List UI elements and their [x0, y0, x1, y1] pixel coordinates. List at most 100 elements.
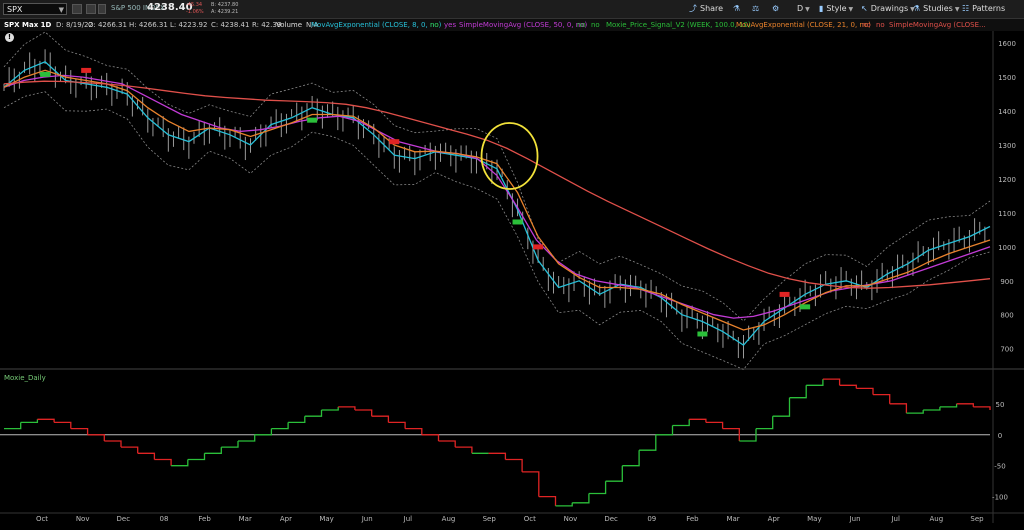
- moxie-step-segment: [121, 446, 139, 454]
- chevron-down-icon: ▼: [954, 6, 960, 13]
- moxie-step-segment: [354, 409, 373, 417]
- moxie-step-segment: [137, 452, 156, 460]
- time-tick-label: Nov: [564, 515, 578, 523]
- moxie-step-segment: [605, 465, 623, 482]
- settings-button[interactable]: ⚙: [772, 3, 782, 15]
- share-button[interactable]: ⤴ Share: [689, 3, 723, 15]
- share-icon: ⤴: [689, 4, 697, 13]
- time-tick-label: Nov: [76, 515, 90, 523]
- moxie-step-segment: [655, 425, 674, 436]
- ask-price: A: 4239.21: [211, 9, 239, 15]
- moxie-step-segment: [538, 495, 557, 506]
- study-ema21[interactable]: MovAvgExponential (CLOSE, 21, 0, no): [736, 19, 871, 31]
- moxie-step-segment: [705, 421, 724, 429]
- price-tick-label: 1600: [998, 40, 1016, 48]
- top-toolbar: SPX ▼ S&P 500 INDEX 4238.40 -45.34 -1.06…: [0, 0, 1024, 19]
- time-tick-label: Jun: [849, 515, 861, 523]
- moxie-step-segment: [254, 428, 273, 436]
- time-tick-label: Oct: [36, 515, 48, 523]
- moxie-step-segment: [20, 419, 39, 424]
- moxie-step-segment: [438, 440, 456, 448]
- moxie-step-segment: [756, 416, 774, 430]
- patterns-button[interactable]: ☷ Patterns: [962, 3, 1005, 15]
- study-moxie-signal[interactable]: Moxie_Price_Signal_V2 (WEEK, 100.0, 10): [606, 19, 751, 31]
- link-icon[interactable]: [72, 4, 82, 14]
- change-percent: -1.06%: [186, 9, 204, 15]
- time-tick-label: Sep: [970, 515, 984, 523]
- time-tick-label: May: [807, 515, 821, 523]
- moxie-step-segment: [772, 397, 791, 417]
- moxie-step-segment: [639, 434, 657, 451]
- moxie-step-segment: [588, 481, 607, 495]
- grid-icon[interactable]: [86, 4, 96, 14]
- moxie-step-segment: [973, 406, 991, 410]
- study-ema21-flag2: no: [876, 21, 885, 29]
- gear-icon: ⚙: [772, 4, 780, 13]
- moxie-step-segment: [371, 415, 390, 423]
- moxie-step-segment: [104, 440, 122, 448]
- study-ema8-flag: no: [430, 21, 439, 29]
- drawings-button[interactable]: ↖ Drawings ▼: [861, 3, 915, 15]
- chevron-down-icon: ▼: [848, 6, 854, 13]
- moxie-step-segment: [873, 393, 891, 404]
- chart-area[interactable]: 700 800 900 1000 1100 1200 1300 1400 1500 1600 50 0…: [0, 31, 1024, 530]
- scale-icon: ⚖: [752, 4, 760, 13]
- time-tick-label: Apr: [280, 515, 292, 523]
- price-chart-svg[interactable]: 700 800 900 1000 1100 1200 1300 1400 1500 1600 50 0…: [0, 31, 1024, 526]
- ema8-line: [3, 61, 991, 347]
- moxie-step-segment: [271, 422, 289, 430]
- time-tick-label: Aug: [930, 515, 944, 523]
- sell-signal-marker: [389, 139, 400, 145]
- study-ema8[interactable]: MovAvgExponential (CLOSE, 8, 0, no): [311, 19, 441, 31]
- chevron-down-icon: ▼: [805, 6, 810, 13]
- price-tick-label: 1200: [998, 176, 1016, 184]
- bid-price: B: 4237.80: [211, 2, 239, 8]
- price-tick-label: 900: [1000, 278, 1013, 286]
- info-icon[interactable]: [98, 4, 106, 14]
- time-tick-label: Jul: [403, 515, 413, 523]
- symbol-text: SPX: [7, 5, 23, 14]
- timeframe-button[interactable]: D ▼: [797, 3, 810, 15]
- buy-signal-marker: [307, 117, 318, 123]
- studies-button[interactable]: ⚗ Studies ▼: [913, 3, 959, 15]
- bar-low: L: 4223.92: [170, 21, 208, 29]
- bar-open: O: 4266.31: [88, 21, 127, 29]
- moxie-step-segment: [238, 434, 256, 442]
- moxie-step-segment: [689, 418, 707, 423]
- bar-close: C: 4238.41: [211, 21, 250, 29]
- moxie-panel-label[interactable]: Moxie_Daily: [4, 374, 46, 382]
- time-tick-label: Mar: [726, 515, 739, 523]
- chevron-down-icon[interactable]: ▼: [59, 4, 64, 16]
- moxie-step-segment: [555, 502, 573, 507]
- moxie-step-segment: [923, 406, 941, 411]
- moxie-step-segment: [822, 378, 841, 386]
- moxie-step-segment: [421, 434, 440, 441]
- moxie-step-segment: [321, 406, 339, 411]
- moxie-step-segment: [70, 427, 89, 435]
- chart-title: SPX Max 1D: [4, 21, 52, 29]
- scale-button[interactable]: ⚖: [752, 3, 762, 15]
- moxie-tick-label: -50: [994, 463, 1005, 471]
- flask-button[interactable]: ⚗: [733, 3, 743, 15]
- moxie-step-segment: [956, 403, 974, 407]
- study-ema8-yes: yes: [444, 21, 457, 29]
- candles-icon: ▮: [819, 4, 824, 13]
- moxie-step-segment: [939, 403, 958, 408]
- bar-high: H: 4266.31: [129, 21, 168, 29]
- symbol-input[interactable]: SPX ▼: [3, 3, 67, 15]
- moxie-step-segment: [37, 418, 55, 423]
- moxie-step-segment: [171, 459, 189, 467]
- time-tick-label: Oct: [524, 515, 536, 523]
- study-sma200[interactable]: SimpleMovingAvg (CLOSE...: [889, 19, 986, 31]
- moxie-step-segment: [906, 410, 924, 414]
- moxie-step-segment: [856, 387, 874, 395]
- time-tick-label: Dec: [117, 515, 131, 523]
- sell-signal-marker: [533, 244, 544, 250]
- volume-label[interactable]: Volume: [276, 19, 302, 31]
- alert-icon[interactable]: !: [5, 33, 14, 42]
- study-sma50[interactable]: SimpleMovingAvg (CLOSE, 50, 0, no): [459, 19, 587, 31]
- style-button[interactable]: ▮ Style ▼: [819, 3, 853, 15]
- price-tick-label: 1500: [998, 74, 1016, 82]
- moxie-step-segment: [54, 421, 72, 429]
- sell-signal-marker: [779, 291, 790, 297]
